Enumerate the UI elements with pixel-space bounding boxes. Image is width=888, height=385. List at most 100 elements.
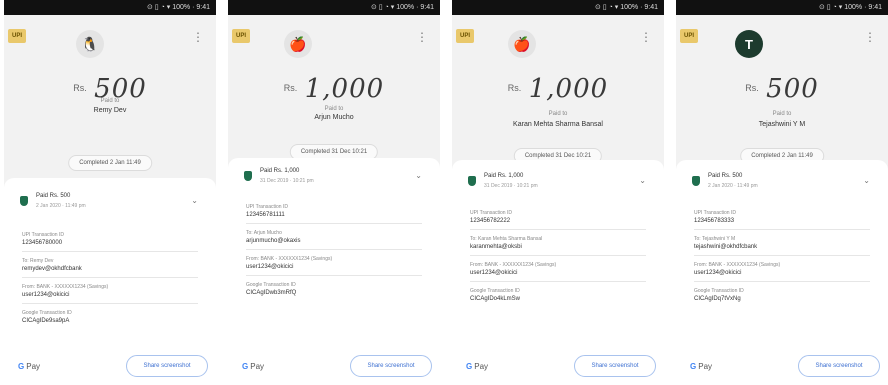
details-list: UPI Transaction ID 123456780000 To: Remy… <box>22 232 198 326</box>
detail-label: From: BANK - XXXXXX1234 (Savings) <box>694 262 781 268</box>
transaction-details-card: Paid Rs. 500 2 Jan 2020 · 11:49 pm ⌄ UPI… <box>4 178 216 385</box>
payee-avatar-icon: T <box>735 30 763 58</box>
more-options-icon[interactable]: ⋮ <box>416 31 428 43</box>
detail-value: user1234@okicici <box>470 270 518 276</box>
payment-receipt-panel: ⊙ ▯ ◔ ▾ 100% · 9:41 UPI ⋮ T Rs. 500 Paid… <box>676 0 888 385</box>
detail-item: UPI Transaction ID 123456781111 <box>246 204 422 218</box>
detail-value: CICAgIDq7tVxNg <box>694 296 741 302</box>
google-g-icon: G <box>242 362 249 371</box>
shield-icon <box>20 196 28 206</box>
detail-label: Google Transaction ID <box>470 288 520 294</box>
detail-value: 123456780000 <box>22 240 63 246</box>
detail-label: To: Karan Mehta Sharma Bansal <box>470 236 543 242</box>
detail-item: To: Tejashwini Y M tejashwini@okhdfcbank <box>694 236 870 250</box>
google-g-icon: G <box>690 362 697 371</box>
chevron-down-icon[interactable]: ⌄ <box>863 176 870 185</box>
share-screenshot-button[interactable]: Share screenshot <box>574 355 656 377</box>
gpay-label: Pay <box>474 362 489 371</box>
detail-value: user1234@okicici <box>694 270 742 276</box>
divider <box>22 277 198 278</box>
transaction-details-card: Paid Rs. 1,000 31 Dec 2019 · 10:21 pm ⌄ … <box>228 158 440 385</box>
chevron-down-icon[interactable]: ⌄ <box>191 196 198 205</box>
detail-item: From: BANK - XXXXXX1234 (Savings) user12… <box>694 262 870 276</box>
payee-avatar-icon: 🍎 <box>284 30 312 58</box>
paid-to-label: Paid to <box>324 106 344 112</box>
detail-item: UPI Transaction ID 123456780000 <box>22 232 198 246</box>
divider <box>246 275 422 276</box>
divider <box>694 281 870 282</box>
paid-to-label: Paid to <box>772 111 792 117</box>
divider <box>694 229 870 230</box>
detail-item: Google Transaction ID CICAgIDe9sa9pA <box>22 310 198 324</box>
upi-logo: UPI <box>680 29 698 43</box>
detail-item: UPI Transaction ID 123456783333 <box>694 210 870 224</box>
transaction-details-card: Paid Rs. 500 2 Jan 2020 · 11:49 pm ⌄ UPI… <box>676 160 888 385</box>
payee-name: Arjun Mucho <box>314 114 354 121</box>
detail-label: From: BANK - XXXXXX1234 (Savings) <box>470 262 557 268</box>
shield-icon <box>468 176 476 186</box>
completed-status-button[interactable]: Completed 2 Jan 11:49 <box>68 155 152 171</box>
more-options-icon[interactable]: ⋮ <box>640 31 652 43</box>
summary-subtitle: 2 Jan 2020 · 11:49 pm <box>36 203 86 209</box>
currency-symbol: Rs. <box>507 83 522 93</box>
summary-title: Paid Rs. 500 <box>36 193 71 199</box>
detail-item: Google Transaction ID CICAgIDwb3mRfQ <box>246 282 422 296</box>
divider <box>246 249 422 250</box>
shield-icon <box>244 171 252 181</box>
status-bar: ⊙ ▯ ◔ ▾ 100% · 9:41 <box>676 0 888 15</box>
gpay-logo: G Pay <box>242 362 264 371</box>
detail-value: CICAgIDo4kLmSw <box>470 296 521 302</box>
paid-to-label: Paid to <box>100 98 120 104</box>
transaction-summary[interactable]: Paid Rs. 1,000 31 Dec 2019 · 10:21 pm ⌄ <box>462 168 654 196</box>
divider <box>694 255 870 256</box>
detail-item: From: BANK - XXXXXX1234 (Savings) user12… <box>246 256 422 270</box>
share-screenshot-button[interactable]: Share screenshot <box>798 355 880 377</box>
summary-subtitle: 31 Dec 2019 · 10:21 pm <box>260 178 314 184</box>
summary-subtitle: 2 Jan 2020 · 11:49 pm <box>708 183 758 189</box>
chevron-down-icon[interactable]: ⌄ <box>639 176 646 185</box>
gpay-label: Pay <box>250 362 265 371</box>
chevron-down-icon[interactable]: ⌄ <box>415 171 422 180</box>
amount-value: 500 <box>766 74 819 104</box>
detail-value: arjunmucho@okaxis <box>246 238 301 244</box>
details-list: UPI Transaction ID 123456783333 To: Teja… <box>694 210 870 304</box>
gpay-logo: G Pay <box>690 362 712 371</box>
share-screenshot-button[interactable]: Share screenshot <box>126 355 208 377</box>
share-screenshot-button[interactable]: Share screenshot <box>350 355 432 377</box>
payment-receipt-panel: ⊙ ▯ ◔ ▾ 100% · 9:41 UPI ⋮ 🍎 Rs. 1,000 Pa… <box>228 0 440 385</box>
detail-value: remydev@okhdfcbank <box>22 266 82 272</box>
gpay-logo: G Pay <box>18 362 40 371</box>
divider <box>470 229 646 230</box>
detail-item: From: BANK - XXXXXX1234 (Savings) user12… <box>22 284 198 298</box>
divider <box>22 303 198 304</box>
paid-amount: Rs. 1,000 <box>452 74 664 104</box>
detail-label: To: Tejashwini Y M <box>694 236 736 242</box>
more-options-icon[interactable]: ⋮ <box>864 31 876 43</box>
status-bar: ⊙ ▯ ◔ ▾ 100% · 9:41 <box>228 0 440 15</box>
gpay-label: Pay <box>698 362 713 371</box>
currency-symbol: Rs. <box>283 83 298 93</box>
details-list: UPI Transaction ID 123456781111 To: Arju… <box>246 204 422 298</box>
detail-label: Google Transaction ID <box>694 288 744 294</box>
detail-value: karanmehta@oksbi <box>470 244 522 250</box>
divider <box>246 223 422 224</box>
transaction-summary[interactable]: Paid Rs. 500 2 Jan 2020 · 11:49 pm ⌄ <box>14 188 206 216</box>
summary-title: Paid Rs. 1,000 <box>484 173 524 179</box>
paid-amount: Rs. 500 <box>676 74 888 104</box>
paid-to-label: Paid to <box>548 111 568 117</box>
transaction-summary[interactable]: Paid Rs. 500 2 Jan 2020 · 11:49 pm ⌄ <box>686 168 878 196</box>
detail-value: tejashwini@okhdfcbank <box>694 244 758 250</box>
summary-subtitle: 31 Dec 2019 · 10:21 pm <box>484 183 538 189</box>
summary-title: Paid Rs. 1,000 <box>260 168 300 174</box>
upi-logo: UPI <box>8 29 26 43</box>
transaction-summary[interactable]: Paid Rs. 1,000 31 Dec 2019 · 10:21 pm ⌄ <box>238 163 430 191</box>
detail-label: UPI Transaction ID <box>246 204 288 210</box>
payee-avatar-icon: 🍎 <box>508 30 536 58</box>
currency-symbol: Rs. <box>73 83 87 93</box>
payee-avatar-icon: 🐧 <box>76 30 104 58</box>
payee-name: Karan Mehta Sharma Bansal <box>513 121 603 128</box>
shield-icon <box>692 176 700 186</box>
detail-item: To: Arjun Mucho arjunmucho@okaxis <box>246 230 422 244</box>
more-options-icon[interactable]: ⋮ <box>192 31 204 43</box>
detail-value: user1234@okicici <box>246 264 294 270</box>
